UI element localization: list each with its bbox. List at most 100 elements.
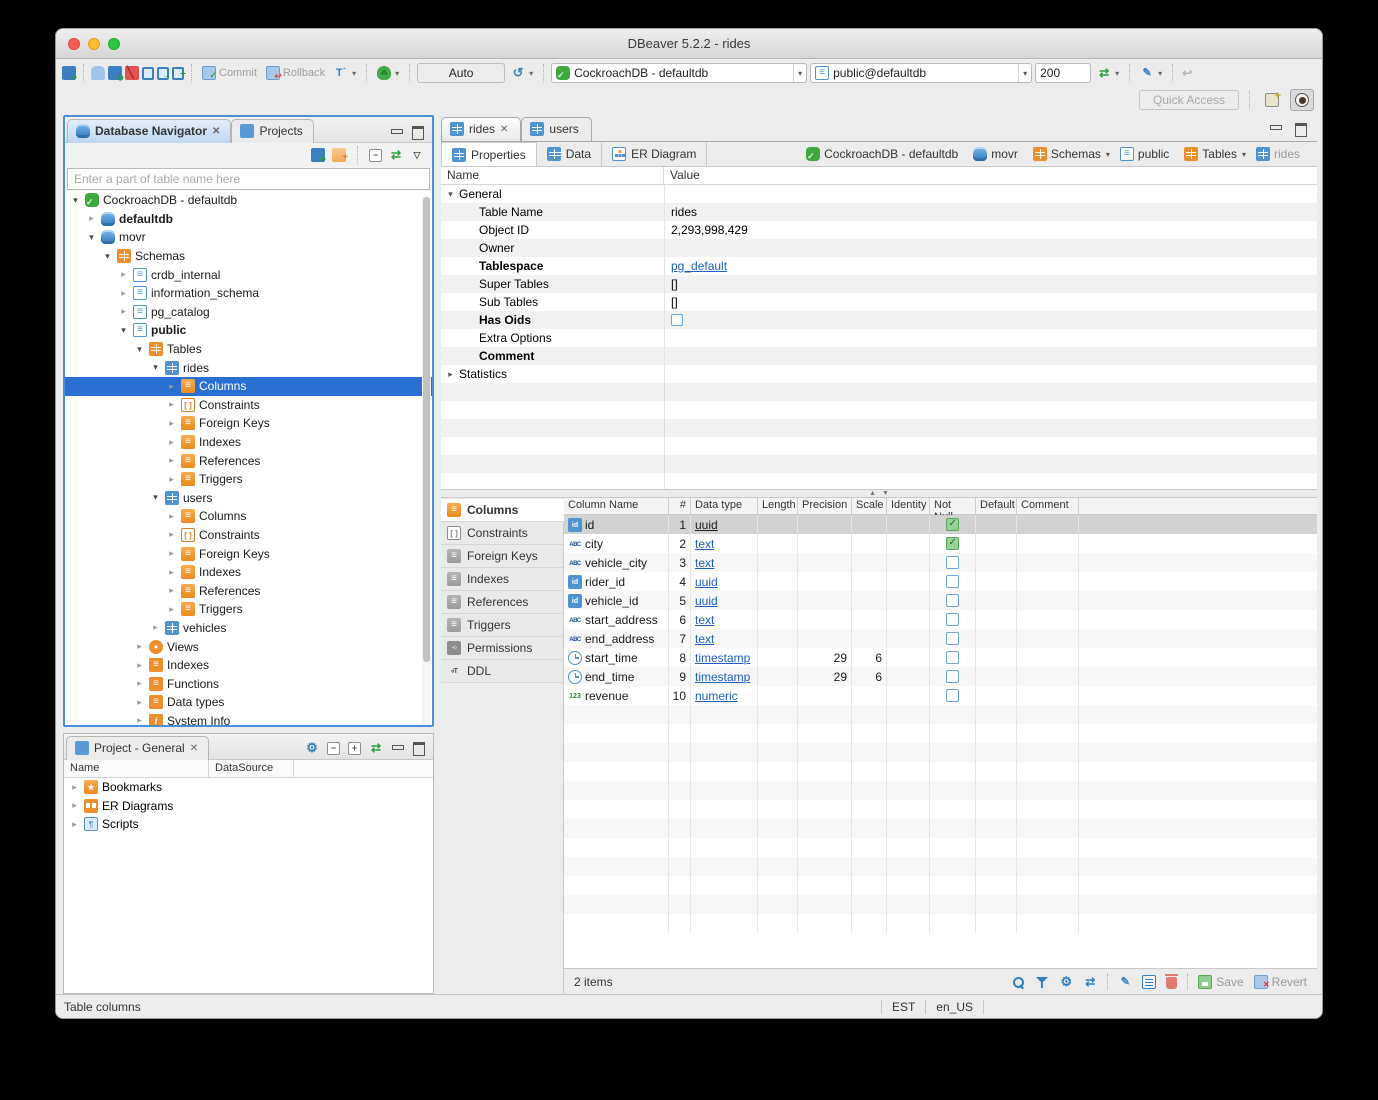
data-type-link[interactable]: text: [695, 537, 714, 551]
section-tab[interactable]: DDL: [441, 660, 563, 683]
data-type-link[interactable]: text: [695, 556, 714, 570]
data-type-link[interactable]: text: [695, 613, 714, 627]
twisty-icon[interactable]: ▸: [166, 548, 177, 559]
twisty-icon[interactable]: ▸: [445, 369, 456, 380]
maximize-editor-icon[interactable]: [1294, 123, 1307, 135]
tab-projects[interactable]: Projects: [231, 119, 313, 143]
twisty-icon[interactable]: ▾: [150, 492, 161, 503]
property-row[interactable]: Tablespace pg_default: [441, 257, 1317, 275]
property-row[interactable]: ▸ Statistics: [441, 365, 1317, 383]
tree-item[interactable]: ▸ pg_catalog: [65, 303, 432, 322]
twisty-icon[interactable]: ▾: [70, 195, 81, 206]
subtab-er-diagram[interactable]: ER Diagram: [602, 142, 707, 166]
twisty-icon[interactable]: ▸: [134, 641, 145, 652]
subtab-data[interactable]: Data: [537, 142, 602, 166]
tree-item[interactable]: ▸ vehicles: [65, 619, 432, 638]
tree-item[interactable]: ▸ Foreign Keys: [65, 414, 432, 433]
tree-item[interactable]: ▾ CockroachDB - defaultdb: [65, 191, 432, 210]
twisty-icon[interactable]: ▸: [134, 678, 145, 689]
data-type-link[interactable]: timestamp: [695, 651, 750, 665]
twisty-icon[interactable]: ▸: [166, 474, 177, 485]
tree-item[interactable]: ▸ References: [65, 581, 432, 600]
column-row[interactable]: end_address 7 text: [564, 629, 1317, 648]
panel-splitter[interactable]: ▲▼: [441, 489, 1317, 498]
twisty-icon[interactable]: ▸: [166, 455, 177, 466]
column-header-name[interactable]: Name: [64, 760, 209, 777]
not-null-checkbox[interactable]: [946, 689, 959, 702]
data-type-link[interactable]: text: [695, 632, 714, 646]
twisty-icon[interactable]: ▸: [166, 529, 177, 540]
column-row[interactable]: rider_id 4 uuid: [564, 572, 1317, 591]
new-connection-icon[interactable]: [62, 66, 76, 80]
header-precision[interactable]: Precision: [798, 498, 852, 514]
editor-tab-rides[interactable]: rides ✕: [441, 117, 521, 141]
breadcrumb-item[interactable]: public: [1120, 147, 1174, 161]
debug-button[interactable]: ▾: [374, 64, 402, 82]
not-null-checkbox[interactable]: [946, 594, 959, 607]
data-type-link[interactable]: uuid: [695, 518, 718, 532]
dbeaver-perspective-button[interactable]: [1290, 89, 1314, 111]
breadcrumb-item[interactable]: movr: [973, 147, 1023, 161]
section-tab[interactable]: Permissions: [441, 637, 563, 660]
tree-item[interactable]: ▸ Foreign Keys: [65, 544, 432, 563]
filter-icon[interactable]: [1035, 975, 1049, 989]
prop-column-value[interactable]: Value: [664, 167, 1317, 184]
breadcrumb-item[interactable]: CockroachDB - defaultdb: [806, 147, 963, 161]
delete-icon[interactable]: [1166, 977, 1177, 989]
not-null-checkbox[interactable]: [946, 575, 959, 588]
section-tab[interactable]: References: [441, 591, 563, 614]
tree-item[interactable]: ▸ Indexes: [65, 433, 432, 452]
quick-access-input[interactable]: Quick Access: [1139, 90, 1239, 110]
commit-mode-combo[interactable]: Auto: [417, 63, 505, 83]
twisty-icon[interactable]: ▾: [118, 325, 129, 336]
rollback-button[interactable]: Rollback: [263, 64, 328, 82]
compare-button[interactable]: ▾: [1137, 64, 1165, 82]
tree-item[interactable]: ▸ crdb_internal: [65, 265, 432, 284]
tree-item[interactable]: ▾ public: [65, 321, 432, 340]
property-row[interactable]: Object ID 2,293,998,429: [441, 221, 1317, 239]
section-tab[interactable]: Columns: [441, 499, 564, 522]
new-folder-icon[interactable]: [332, 148, 346, 162]
breadcrumb-item[interactable]: Schemas ▾: [1033, 147, 1110, 161]
twisty-icon[interactable]: ▸: [150, 622, 161, 633]
disconnect-icon[interactable]: [125, 66, 139, 80]
column-row[interactable]: city 2 text: [564, 534, 1317, 553]
tree-item[interactable]: ▸ References: [65, 451, 432, 470]
twisty-icon[interactable]: ▸: [166, 604, 177, 615]
twisty-icon[interactable]: ▸: [166, 567, 177, 578]
tree-item[interactable]: ▸ Views: [65, 637, 432, 656]
gear-icon[interactable]: [305, 741, 319, 755]
new-connection-icon[interactable]: [311, 148, 325, 162]
header-length[interactable]: Length: [758, 498, 798, 514]
twisty-icon[interactable]: ▾: [134, 344, 145, 355]
not-null-checkbox[interactable]: [946, 651, 959, 664]
twisty-icon[interactable]: ▸: [134, 660, 145, 671]
property-row[interactable]: Owner: [441, 239, 1317, 257]
save-button[interactable]: Save: [1198, 975, 1243, 989]
twisty-icon[interactable]: ▾: [445, 189, 456, 200]
reconnect-icon[interactable]: [108, 66, 122, 80]
column-row[interactable]: id 1 uuid: [564, 515, 1317, 534]
new-sql-editor-icon[interactable]: [172, 67, 184, 80]
column-row[interactable]: vehicle_city 3 text: [564, 553, 1317, 572]
tree-item[interactable]: ▸ Indexes: [65, 563, 432, 582]
compare-structure-icon[interactable]: [1083, 975, 1097, 989]
tree-item[interactable]: ▸ Columns: [65, 507, 432, 526]
header-not-null[interactable]: Not Null: [930, 498, 976, 514]
subtab-properties[interactable]: Properties: [441, 142, 537, 166]
project-item[interactable]: ▸ ER Diagrams: [64, 797, 433, 816]
sql-editor-icon[interactable]: [142, 67, 154, 80]
tree-item[interactable]: ▾ users: [65, 489, 432, 508]
fetch-size-input[interactable]: 200: [1035, 63, 1091, 83]
settings-icon[interactable]: [1059, 975, 1073, 989]
tree-item[interactable]: ▸ Indexes: [65, 656, 432, 675]
header-ordinal[interactable]: #: [669, 498, 691, 514]
header-comment[interactable]: Comment: [1017, 498, 1079, 514]
tree-scrollbar[interactable]: [422, 195, 431, 725]
property-row[interactable]: Table Name rides: [441, 203, 1317, 221]
twisty-icon[interactable]: ▸: [166, 511, 177, 522]
section-tab[interactable]: Triggers: [441, 614, 563, 637]
data-type-link[interactable]: uuid: [695, 575, 718, 589]
twisty-icon[interactable]: ▾: [86, 232, 97, 243]
column-row[interactable]: start_address 6 text: [564, 610, 1317, 629]
